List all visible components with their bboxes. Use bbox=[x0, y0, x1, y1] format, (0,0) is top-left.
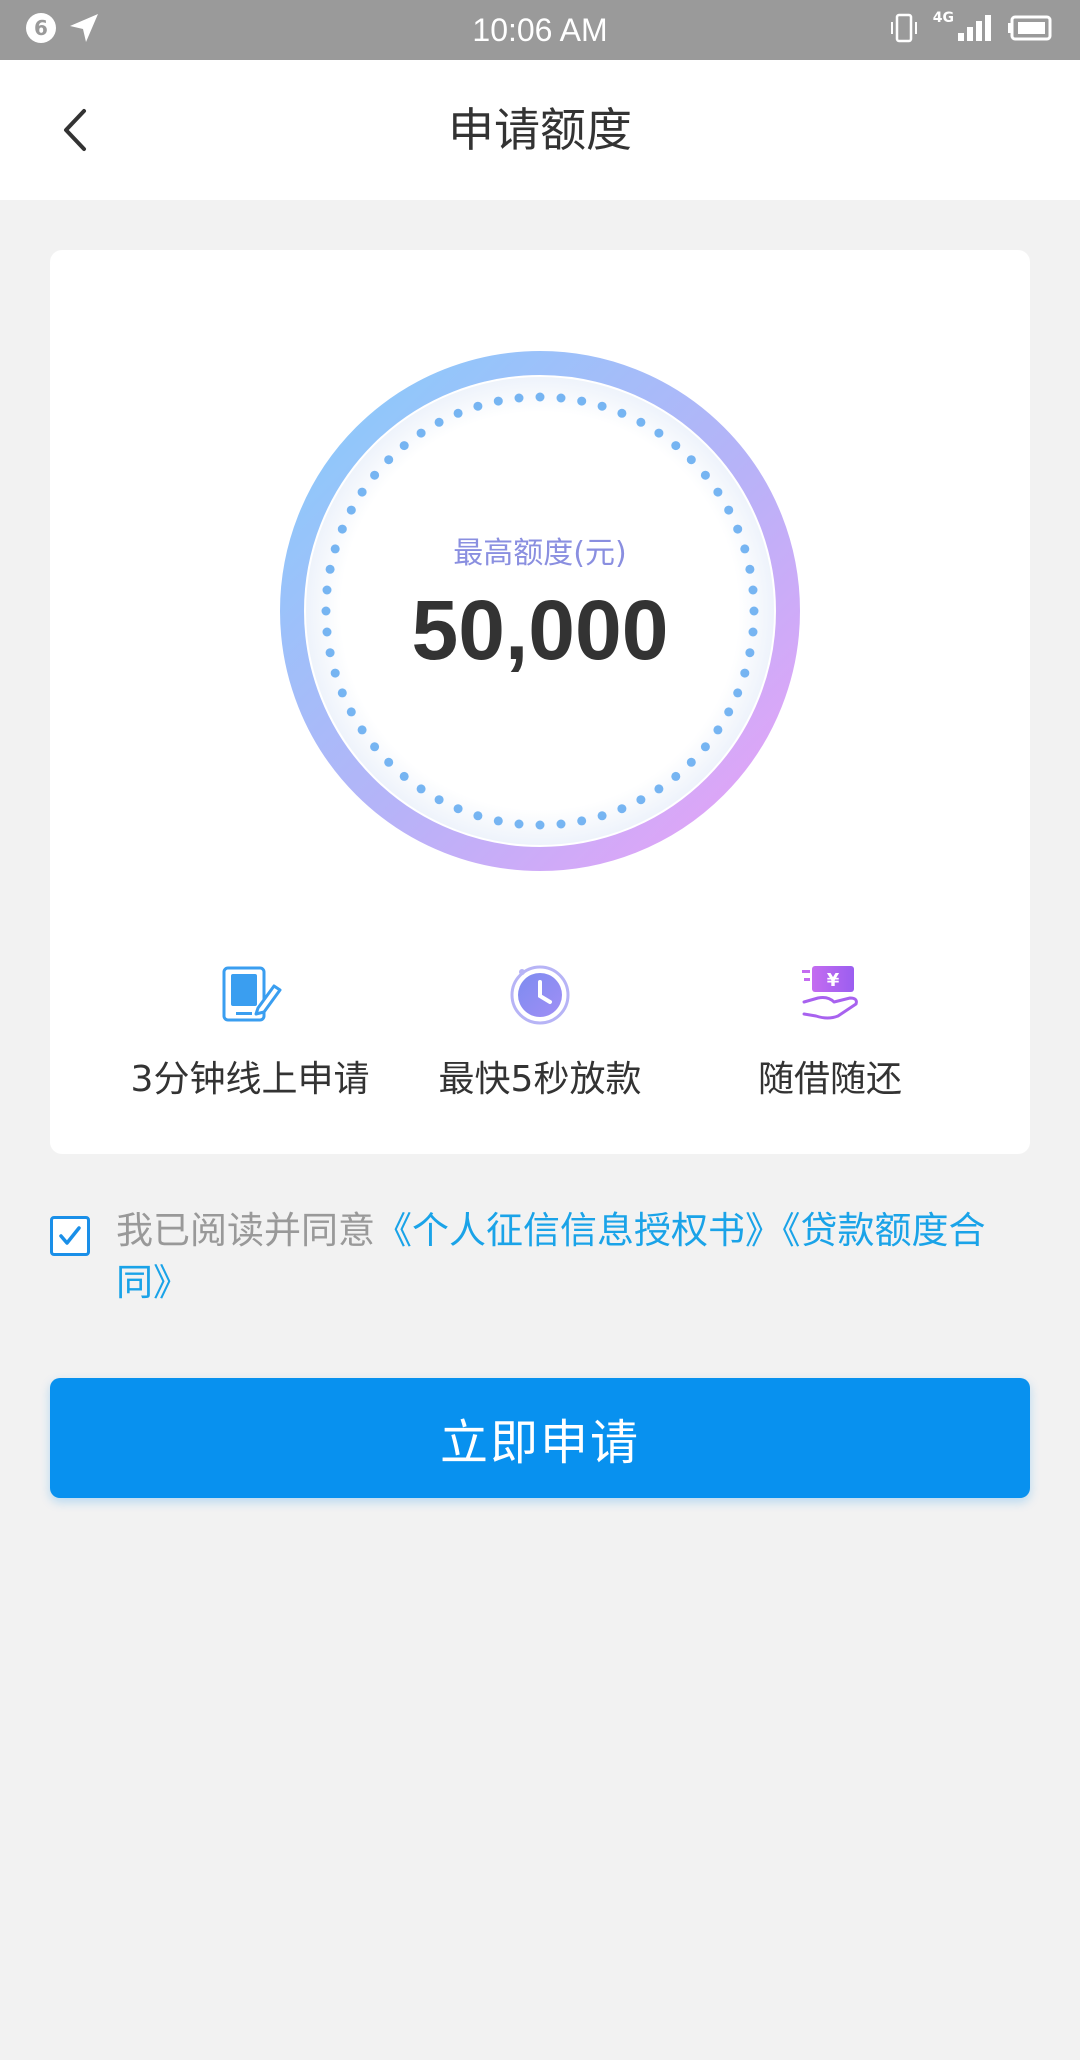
credit-authorization-link[interactable]: 《个人征信信息授权书》 bbox=[375, 1209, 782, 1252]
feature-label: 3分钟线上申请 bbox=[130, 1059, 370, 1100]
gauge-dot bbox=[713, 487, 723, 497]
agreement-prefix: 我已阅读并同意 bbox=[116, 1209, 375, 1252]
gauge-dot bbox=[700, 742, 710, 752]
vibrate-icon bbox=[890, 13, 917, 43]
gauge-dot bbox=[346, 707, 356, 717]
gauge-dot bbox=[370, 742, 380, 752]
edit-form-icon bbox=[222, 966, 282, 1022]
gauge-dot bbox=[384, 757, 394, 767]
gauge-dot bbox=[399, 771, 409, 781]
gauge-dot bbox=[399, 441, 409, 451]
gauge-dot bbox=[357, 725, 367, 735]
status-right: 4G bbox=[889, 10, 1052, 44]
gauge-dot bbox=[577, 396, 587, 406]
gauge-dot bbox=[733, 688, 743, 698]
gauge-dot bbox=[337, 688, 347, 698]
gauge-dot bbox=[713, 725, 723, 735]
feature-flexible-repay: ¥ 随借随还 bbox=[670, 962, 990, 1102]
header: 申请额度 bbox=[0, 60, 1080, 200]
gauge-dot bbox=[654, 784, 664, 794]
gauge-dot bbox=[636, 417, 646, 427]
gauge-dot bbox=[671, 441, 681, 451]
checkmark-icon bbox=[59, 1226, 81, 1245]
feature-label: 最快5秒放款 bbox=[438, 1059, 642, 1100]
hand-money-icon: ¥ bbox=[802, 966, 858, 1020]
gauge-dot bbox=[453, 408, 463, 418]
gauge-dot bbox=[416, 428, 426, 438]
quota-gauge: 最高额度(元) 50,000 bbox=[279, 350, 801, 872]
gauge-dot bbox=[473, 811, 483, 821]
gauge-dot bbox=[434, 795, 444, 805]
gauge-dot bbox=[654, 428, 664, 438]
agreement-text: 我已阅读并同意《个人征信信息授权书》《贷款额度合同》 bbox=[116, 1205, 1040, 1309]
apply-now-button[interactable]: 立即申请 bbox=[50, 1378, 1030, 1498]
gauge-dot bbox=[384, 455, 394, 465]
svg-text:¥: ¥ bbox=[827, 970, 840, 991]
gauge-dot bbox=[686, 455, 696, 465]
quota-label: 最高额度(元) bbox=[453, 536, 627, 571]
gauge-dot bbox=[597, 401, 607, 411]
feature-online-apply: 3分钟线上申请 bbox=[90, 962, 410, 1102]
gauge-dot bbox=[556, 819, 566, 829]
agreement-checkbox[interactable] bbox=[50, 1216, 90, 1256]
gauge-dot bbox=[493, 396, 503, 406]
gauge-dot bbox=[514, 819, 524, 829]
gauge-dot bbox=[535, 392, 545, 402]
gauge-dot bbox=[434, 417, 444, 427]
gauge-dot bbox=[453, 804, 463, 814]
gauge-dot bbox=[473, 401, 483, 411]
quota-card: 最高额度(元) 50,000 3分钟线上申请 最快5秒放款 ¥ 随借随还 bbox=[50, 250, 1030, 1154]
gauge-dot bbox=[686, 757, 696, 767]
quota-amount: 50,000 bbox=[411, 583, 669, 677]
feature-fast-loan: 最快5秒放款 bbox=[380, 962, 700, 1102]
gauge-dot bbox=[514, 393, 524, 403]
gauge-dot bbox=[493, 816, 503, 826]
gauge-dot bbox=[617, 408, 627, 418]
gauge-dot bbox=[577, 816, 587, 826]
gauge-dot bbox=[346, 505, 356, 515]
signal-icon bbox=[958, 15, 991, 41]
features-row: 3分钟线上申请 最快5秒放款 ¥ 随借随还 bbox=[50, 962, 1030, 1122]
gauge-dot bbox=[556, 393, 566, 403]
gauge-dot bbox=[724, 505, 734, 515]
gauge-dot bbox=[636, 795, 646, 805]
status-bar: 6 10:06 AM 4G bbox=[0, 0, 1080, 60]
gauge-dot bbox=[671, 771, 681, 781]
gauge-dot bbox=[370, 470, 380, 480]
gauge-dot bbox=[700, 470, 710, 480]
gauge-dot bbox=[416, 784, 426, 794]
gauge-dot bbox=[357, 487, 367, 497]
feature-label: 随借随还 bbox=[757, 1059, 902, 1100]
gauge-dot bbox=[724, 707, 734, 717]
gauge-dot bbox=[597, 811, 607, 821]
battery-icon bbox=[1008, 15, 1052, 41]
clock-icon bbox=[510, 965, 570, 1025]
network-type: 4G bbox=[932, 10, 954, 26]
gauge-dot bbox=[535, 820, 545, 830]
gauge-dot bbox=[617, 804, 627, 814]
page-title: 申请额度 bbox=[448, 103, 632, 157]
